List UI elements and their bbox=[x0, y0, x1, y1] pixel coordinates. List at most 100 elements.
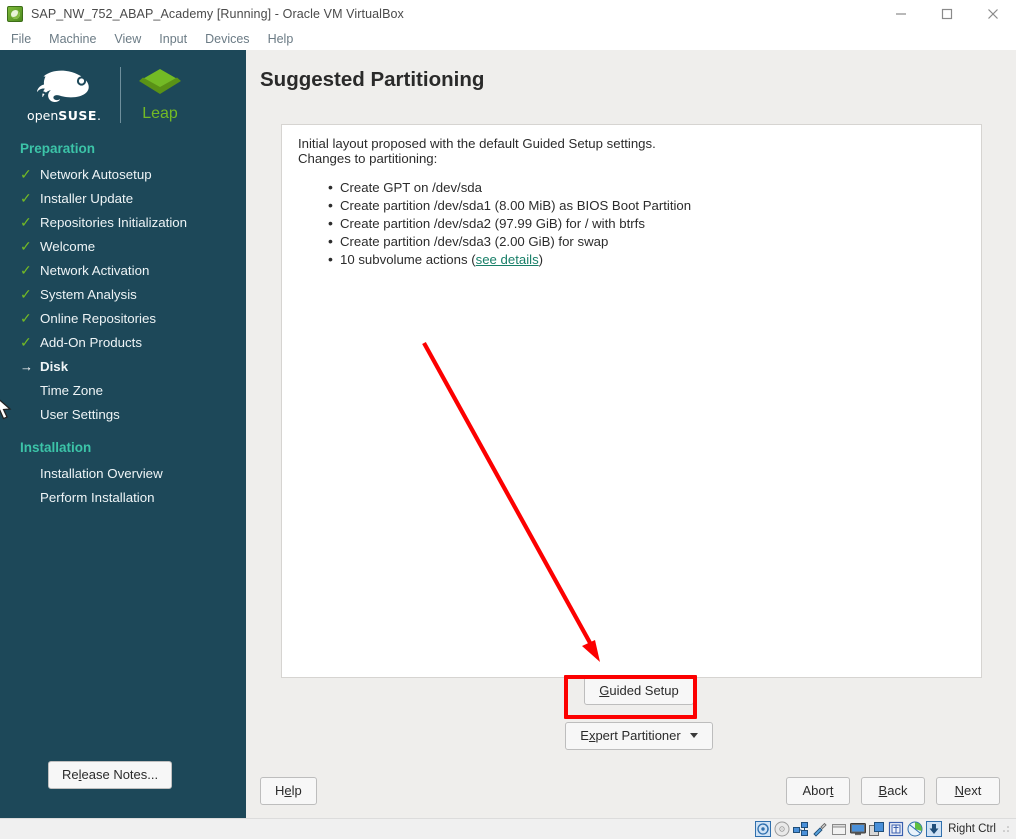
opensuse-wordmark: openSUSE. bbox=[27, 108, 101, 123]
check-icon: ✓ bbox=[20, 262, 32, 278]
step-label: Welcome bbox=[40, 238, 96, 254]
brand-divider bbox=[120, 67, 121, 123]
branding: openSUSE. Leap bbox=[0, 58, 246, 132]
step-system-analysis[interactable]: ✓ System Analysis bbox=[0, 282, 246, 306]
menu-view[interactable]: View bbox=[105, 30, 150, 48]
step-online-repositories[interactable]: ✓ Online Repositories bbox=[0, 306, 246, 330]
vm-cpu-icon[interactable] bbox=[888, 821, 904, 837]
step-add-on-products[interactable]: ✓ Add-On Products bbox=[0, 330, 246, 354]
chevron-down-icon bbox=[689, 733, 698, 738]
virtualbox-icon bbox=[7, 6, 23, 22]
window-controls bbox=[878, 0, 1016, 28]
step-label: Add-On Products bbox=[40, 334, 142, 350]
maximize-button[interactable] bbox=[924, 0, 970, 28]
step-perform-installation[interactable]: Perform Installation bbox=[0, 485, 246, 509]
check-icon: ✓ bbox=[20, 166, 32, 182]
menubar: File Machine View Input Devices Help bbox=[0, 28, 1016, 50]
step-installation-overview[interactable]: Installation Overview bbox=[0, 461, 246, 485]
step-label: Network Activation bbox=[40, 262, 150, 278]
remote-desktop-icon[interactable] bbox=[907, 821, 923, 837]
step-user-settings[interactable]: User Settings bbox=[0, 402, 246, 426]
changes-subheading: Changes to partitioning: bbox=[298, 151, 438, 166]
subvolume-actions-text: 10 subvolume actions ( bbox=[340, 252, 476, 267]
section-heading-installation: Installation bbox=[20, 440, 92, 455]
check-icon: ✓ bbox=[20, 286, 32, 302]
chameleon-icon bbox=[36, 70, 89, 103]
statusbar-icons bbox=[755, 821, 943, 837]
step-time-zone[interactable]: Time Zone bbox=[0, 378, 246, 402]
step-label: Perform Installation bbox=[40, 489, 155, 505]
check-icon: ✓ bbox=[20, 238, 32, 254]
expert-partitioner-button[interactable]: Ex pert Partitioner bbox=[565, 722, 713, 750]
list-item: 10 subvolume actions (see details) bbox=[328, 250, 965, 269]
step-label: Network Autosetup bbox=[40, 166, 152, 182]
hard-disk-icon[interactable] bbox=[755, 821, 772, 837]
menu-help[interactable]: Help bbox=[259, 30, 303, 48]
check-icon: ✓ bbox=[20, 190, 32, 206]
step-network-activation[interactable]: ✓ Network Activation bbox=[0, 258, 246, 282]
abort-button[interactable]: Abor t bbox=[786, 777, 850, 805]
resize-grip-icon[interactable] bbox=[1000, 823, 1012, 835]
usb-icon[interactable] bbox=[812, 821, 828, 837]
guided-setup-button[interactable]: Guided Setup bbox=[584, 677, 694, 705]
guest-screen: openSUSE. Leap Preparation ✓ Network Aut… bbox=[0, 50, 1016, 818]
release-notes-button[interactable]: Release Notes... bbox=[48, 761, 173, 789]
menu-machine[interactable]: Machine bbox=[40, 30, 105, 48]
check-icon: ✓ bbox=[20, 310, 32, 326]
see-details-link[interactable]: see details bbox=[476, 252, 539, 267]
step-welcome[interactable]: ✓ Welcome bbox=[0, 234, 246, 258]
step-label: Installation Overview bbox=[40, 465, 163, 481]
installer-content: Suggested Partitioning Initial layout pr… bbox=[246, 50, 1016, 818]
display-icon[interactable] bbox=[850, 821, 867, 837]
menu-input[interactable]: Input bbox=[150, 30, 196, 48]
leap-logo-icon bbox=[139, 68, 181, 94]
back-button[interactable]: Back bbox=[861, 777, 925, 805]
list-item: Create partition /dev/sda2 (97.99 GiB) f… bbox=[328, 214, 965, 233]
next-button[interactable]: Next bbox=[936, 777, 1000, 805]
check-icon: ✓ bbox=[20, 334, 32, 350]
paren-close: ) bbox=[538, 252, 544, 267]
step-label: System Analysis bbox=[40, 286, 137, 302]
step-installer-update[interactable]: ✓ Installer Update bbox=[0, 186, 246, 210]
step-network-autosetup[interactable]: ✓ Network Autosetup bbox=[0, 162, 246, 186]
menu-file[interactable]: File bbox=[2, 30, 40, 48]
summary-lead-text: Initial layout proposed with the default… bbox=[298, 136, 656, 151]
step-label: Time Zone bbox=[40, 382, 104, 398]
menu-devices[interactable]: Devices bbox=[196, 30, 258, 48]
window-title: SAP_NW_752_ABAP_Academy [Running] - Orac… bbox=[31, 7, 404, 21]
check-icon: ✓ bbox=[20, 214, 32, 230]
section-heading-preparation: Preparation bbox=[20, 141, 96, 156]
leap-branding: Leap bbox=[137, 68, 183, 123]
shared-folder-icon[interactable] bbox=[831, 821, 847, 837]
installer-sidebar: openSUSE. Leap Preparation ✓ Network Aut… bbox=[0, 50, 246, 818]
list-item: Create partition /dev/sda3 (2.00 GiB) fo… bbox=[328, 232, 965, 251]
installer-steps: Preparation ✓ Network Autosetup ✓ Instal… bbox=[0, 138, 246, 509]
close-button[interactable] bbox=[970, 0, 1016, 28]
step-disk[interactable]: → Disk bbox=[0, 354, 246, 378]
page-title: Suggested Partitioning bbox=[260, 68, 485, 91]
list-item: Create partition /dev/sda1 (8.00 MiB) as… bbox=[328, 196, 965, 215]
list-item: Create GPT on /dev/sda bbox=[328, 178, 965, 197]
host-key-icon[interactable] bbox=[926, 821, 943, 837]
optical-disk-icon[interactable] bbox=[774, 821, 790, 837]
minimize-button[interactable] bbox=[878, 0, 924, 28]
step-label: Disk bbox=[40, 358, 69, 374]
wizard-button-bar: He lp Abor t Back Next bbox=[246, 774, 1016, 818]
expert-partitioner-container: Ex pert Partitioner bbox=[565, 722, 713, 750]
host-key-label: Right Ctrl bbox=[948, 823, 996, 835]
step-repositories-initialization[interactable]: ✓ Repositories Initialization bbox=[0, 210, 246, 234]
step-label: User Settings bbox=[40, 406, 120, 422]
help-button[interactable]: He lp bbox=[260, 777, 317, 805]
mouse-cursor-icon bbox=[0, 399, 12, 420]
shared-clipboard-icon[interactable] bbox=[869, 821, 885, 837]
step-label: Repositories Initialization bbox=[40, 214, 188, 230]
step-label: Installer Update bbox=[40, 190, 134, 206]
network-icon[interactable] bbox=[793, 821, 809, 837]
virtualbox-statusbar: Right Ctrl bbox=[0, 818, 1016, 839]
partition-changes-list: Create GPT on /dev/sda Create partition … bbox=[328, 178, 965, 269]
step-label: Online Repositories bbox=[40, 310, 157, 326]
partitioning-summary-panel: Initial layout proposed with the default… bbox=[281, 124, 982, 678]
wizard-nav-buttons: Abor t Back Next bbox=[786, 777, 1000, 805]
window-titlebar: SAP_NW_752_ABAP_Academy [Running] - Orac… bbox=[0, 0, 1016, 28]
virtualbox-window: SAP_NW_752_ABAP_Academy [Running] - Orac… bbox=[0, 0, 1016, 839]
